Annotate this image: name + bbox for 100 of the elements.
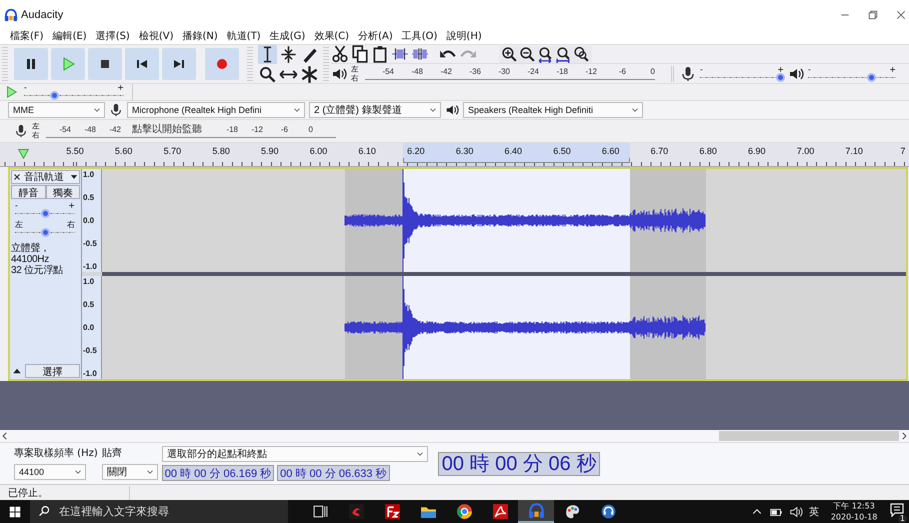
skip-to-end-button[interactable] [162,48,196,80]
menu-item[interactable]: 編輯(E) [52,31,87,43]
playback-meter[interactable]: -54 -48 -42 -36 -30 -24 -18 -12 -6 0 [365,65,655,82]
meter-tick-label: -18 [555,67,568,77]
audio-clip-drawing[interactable] [344,169,706,272]
recording-volume-slider[interactable]: - + [700,66,784,82]
ruler-label: 7.00 [796,146,814,156]
slider-thumb[interactable] [776,72,785,82]
stop-button[interactable] [88,48,122,80]
menu-item[interactable]: 檔案(F) [10,31,44,43]
pan-slider[interactable]: 左 右 [15,221,75,237]
slider-min-label: - [700,66,703,74]
ruler-label: 6.50 [553,146,571,156]
menu-item[interactable]: 檢視(V) [138,31,174,43]
zoom-toggle-icon[interactable] [573,46,590,62]
clock-time[interactable]: 下午 12:53 [833,502,875,510]
paste-icon[interactable] [371,45,389,63]
ruler-label: 6.20 [407,146,425,156]
gain-slider[interactable]: - + [15,202,75,218]
slider-thumb[interactable] [867,72,876,82]
menu-item[interactable]: 生成(G) [270,31,306,43]
slider-thumb[interactable] [41,228,50,237]
menu-item[interactable]: 播錄(N) [182,31,218,43]
ruler-label: 5.60 [114,146,132,156]
zoom-out-icon[interactable] [519,46,536,62]
browser-icon [456,503,472,520]
recording-device-dropdown[interactable]: Microphone (Realtek High Defini [127,102,305,118]
envelope-tool-icon[interactable] [278,45,298,64]
volume-icon[interactable] [788,504,803,518]
scale-label: -1.0 [82,262,98,271]
ruler-label: 6.40 [504,146,522,156]
scale-label: -0.5 [82,239,98,248]
slider-thumb[interactable] [41,209,50,218]
meter-tick-label: -54 [58,124,71,134]
track-info: 立體聲，44100Hz [11,243,50,265]
menu-item[interactable]: 分析(A) [358,31,393,43]
record-icon [214,56,230,72]
ime-indicator[interactable]: 英 [808,504,819,518]
selection-mode-dropdown[interactable]: 選取部分的起點和終點 [162,446,428,462]
restore-icon[interactable] [867,9,879,21]
zoom-fit-icon[interactable] [555,46,572,62]
audio-host-dropdown[interactable]: MME [8,102,105,118]
i-beam-icon[interactable] [258,45,276,64]
meter-tick-label: -36 [468,67,481,77]
pause-button[interactable] [14,48,48,80]
asterisk-icon[interactable] [300,65,318,84]
ruler-label: 5.80 [212,146,230,156]
scale-label: -0.5 [82,346,98,355]
play-head-icon[interactable] [17,147,30,160]
ruler-label: 6.60 [602,146,620,156]
solo-button[interactable]: 獨奏 [46,185,80,199]
playback-device-dropdown[interactable]: Speakers (Realtek High Definiti [463,102,643,118]
time-display[interactable]: 00 時 00 分 06 秒 [438,452,600,476]
selection-band[interactable] [403,143,630,166]
meter-tick-label: -12 [250,124,263,134]
meter-tick-label: -18 [225,124,238,134]
selection-start-field[interactable]: 00 時 00 分 06.169 秒 [162,465,274,481]
scale-label: -1.0 [82,369,98,378]
sample-rate-label: 專案取樣頻率 (Hz) [14,447,98,461]
ruler-label: 6.70 [650,146,668,156]
horizontal-scrollbar[interactable] [0,430,909,442]
slider-thumb[interactable] [50,91,59,100]
menu-item[interactable]: 軌道(T) [226,31,261,43]
selection-end-field[interactable]: 00 時 00 分 06.633 秒 [277,465,390,481]
ruler-label: 7 [900,146,906,156]
playback-volume-slider[interactable]: - + [808,66,896,82]
close-icon[interactable] [12,172,22,182]
scrollbar-thumb[interactable] [719,431,899,441]
scale-label: 1.0 [82,170,96,179]
close-icon[interactable] [895,9,907,21]
menu-item[interactable]: 工具(O) [402,31,438,43]
taskbar-search-field[interactable]: 在這裡輸入文字來搜尋 [30,500,288,523]
clock-date[interactable]: 2020-10-18 [830,512,878,522]
ruler-label: 6.10 [358,146,376,156]
meter-tick-label: -42 [439,67,452,77]
zoom-in-icon[interactable] [501,46,518,62]
meter-tick-label: 0 [650,67,655,77]
zoom-icon[interactable] [258,65,276,84]
menu-item[interactable]: 說明(H) [446,31,482,43]
snap-dropdown[interactable]: 關閉 [102,464,158,480]
mute-button[interactable]: 靜音 [11,185,46,199]
microphone-icon[interactable] [14,124,28,138]
start-icon[interactable] [8,504,22,518]
audio-clip-drawing[interactable] [344,276,706,379]
select-button[interactable]: 選擇 [25,364,80,378]
microphone-icon [680,66,696,82]
copy-icon[interactable] [351,45,369,63]
menu-item[interactable]: 效果(C) [314,31,350,43]
meter-tick-label: -12 [584,67,597,77]
recording-meter[interactable]: -54 -48 -42 點擊以開始監聽 -18 -12 -6 0 [46,122,336,140]
sample-rate-dropdown[interactable]: 44100 [14,464,86,480]
app-icon [492,503,508,520]
menu-item[interactable]: 選擇(S) [96,31,130,43]
zoom-fit-selection-icon[interactable] [537,46,554,62]
meter-tick-label: -30 [497,67,510,77]
cut-icon[interactable] [331,45,349,63]
microphone-icon [109,103,123,117]
skip-to-start-button[interactable] [125,48,159,80]
record-button[interactable] [205,48,239,80]
channels-dropdown[interactable]: 2 (立體聲) 錄製聲道 [309,102,441,118]
